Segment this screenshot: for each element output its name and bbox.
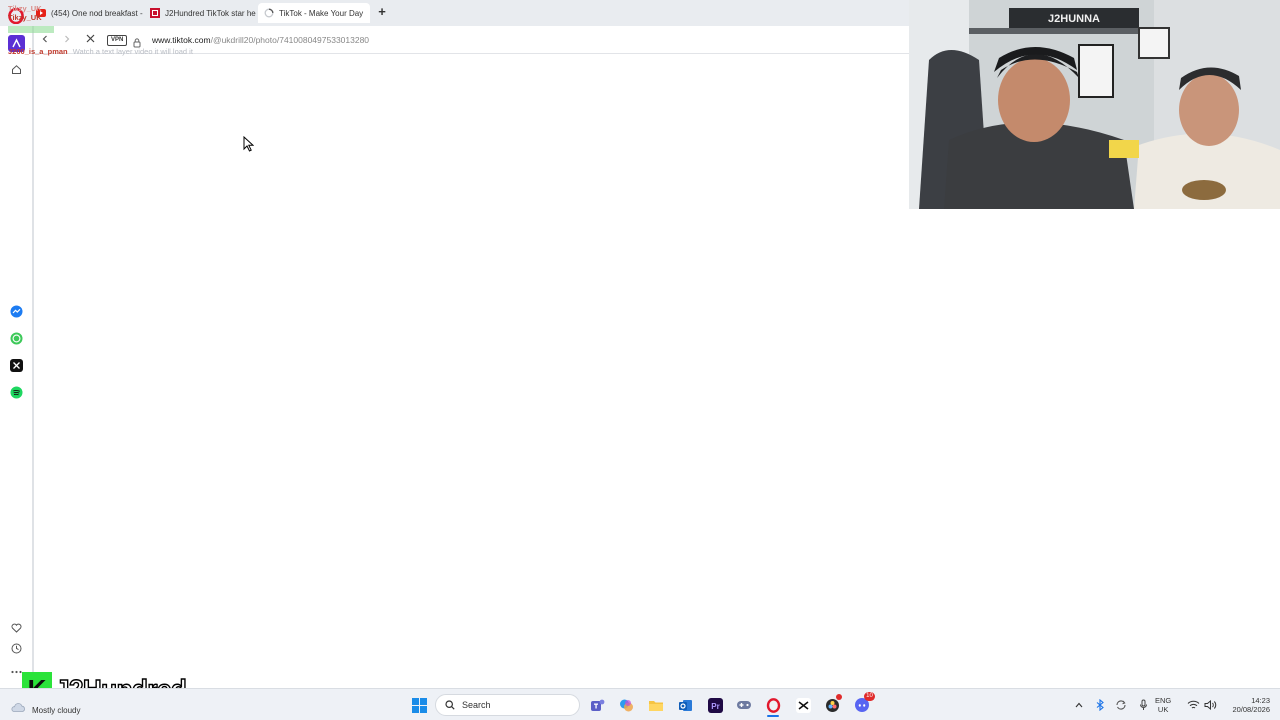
capcut-icon[interactable] [795,697,811,713]
screen: (454) One nod breakfast - J2Hundred TikT… [0,0,1280,720]
keyboard-layout: UK [1157,705,1169,714]
file-explorer-icon[interactable] [648,697,664,713]
volume-icon[interactable] [1202,697,1218,713]
copilot-icon[interactable] [618,697,634,713]
chat-username: Tikzy_UK [8,13,42,22]
tab-tiktok[interactable]: TikTok - Make Your Day [258,3,370,23]
chat-message-faded [8,26,193,44]
faded-username-bar [8,26,54,33]
chat-text: Watch a text layer video it will load it [72,47,193,56]
game-controller-icon[interactable] [736,697,752,713]
davinci-resolve-icon[interactable] [824,694,842,713]
taskbar: Mostly cloudy Search Pr 10 ENG UK 14:23 … [0,688,1280,720]
language-indicator[interactable]: ENG UK [1155,696,1171,714]
discord-badge: 10 [864,692,875,701]
wifi-icon[interactable] [1185,697,1201,713]
clock[interactable]: 14:23 20/08/2026 [1226,696,1270,714]
mouse-cursor-icon [243,135,255,152]
weather-widget[interactable]: Mostly cloudy [10,698,80,715]
webcam-overlay: J2HUNNA [909,0,1280,209]
chat-message: Tikzy_UK [8,13,193,22]
active-app-indicator [767,715,779,717]
tab-title: TikTok - Make Your Day [279,8,364,18]
loading-spinner-icon [264,8,274,18]
chat-message: J200_is_a_pman Watch a text layer video … [8,47,193,56]
svg-text:Pr: Pr [711,702,719,711]
weather-text: Mostly cloudy [32,706,81,715]
bluetooth-icon[interactable] [1092,697,1108,713]
chat-username: J200_is_a_pman [8,47,68,56]
clock-date: 20/08/2026 [1232,705,1270,714]
outlook-icon[interactable] [677,697,693,713]
discord-icon[interactable]: 10 [854,692,875,713]
webcam-image: J2HUNNA [909,0,1280,209]
premiere-pro-icon[interactable]: Pr [707,697,723,713]
stream-chat-overlay: Tikzy_UK Tikzy_UK J200_is_a_pman Watch a… [8,4,193,56]
sync-icon[interactable] [1113,697,1129,713]
clock-time: 14:23 [1251,696,1270,705]
search-placeholder: Search [462,700,491,710]
history-clock-icon[interactable] [8,640,25,657]
heart-icon[interactable] [8,619,25,636]
messenger-icon[interactable] [8,303,25,320]
new-tab-button[interactable]: + [375,5,389,19]
webcam-banner-text: J2HUNNA [1048,13,1100,25]
url-path: /@ukdrill20/photo/7410080497533013280 [210,35,370,45]
browser-sidebar [0,26,34,688]
spotify-icon[interactable] [8,384,25,401]
whatsapp-icon[interactable] [8,330,25,347]
cloud-icon [11,702,25,712]
home-icon[interactable] [8,61,25,78]
x-twitter-icon[interactable] [8,357,25,374]
windows-start-icon[interactable] [411,697,427,713]
language-code: ENG [1155,696,1172,705]
chevron-up-icon[interactable] [1071,697,1087,713]
microphone-icon[interactable] [1135,697,1151,713]
notification-dot [836,694,842,700]
opera-taskbar-icon[interactable] [765,697,781,717]
chat-username: Tikzy_UK [8,4,42,13]
chat-message: Tikzy_UK [8,4,193,13]
search-icon [445,700,455,710]
teams-icon[interactable] [589,697,605,713]
taskbar-search[interactable]: Search [435,694,580,716]
